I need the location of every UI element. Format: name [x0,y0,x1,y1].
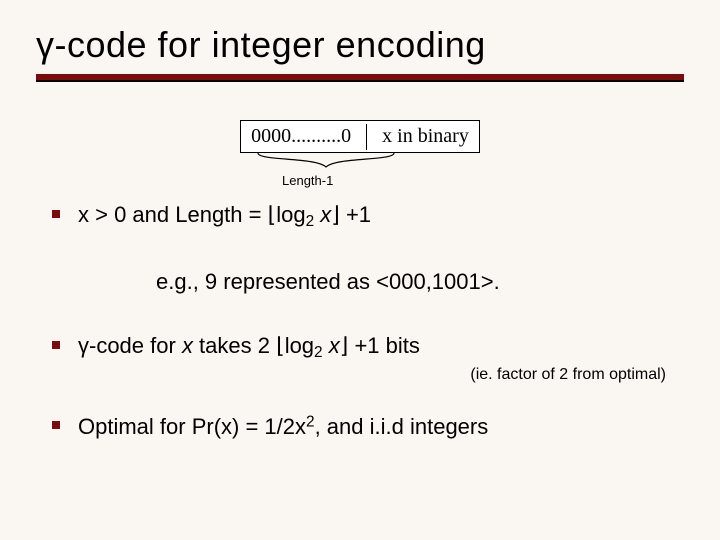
text-prefix: x > 0 and Length = [78,202,268,227]
text-suffix: +1 bits [348,333,420,358]
var-x: x [182,333,193,358]
log-text: log [285,333,314,358]
bullet-icon [52,341,60,349]
optimal-text: Optimal for Pr(x) = 1/2x2, and i.i.d int… [78,414,488,439]
aside-note: (ie. factor of 2 from optimal) [36,365,684,386]
text-mid: takes 2 [193,333,276,358]
text-suffix: +1 [340,202,371,227]
encoding-diagram: 0000..........0 x in binary Length-1 [36,120,684,193]
bullet-bits-formula: γ-code for x takes 2 ⌊log2 x⌋ +1 bits [36,332,684,363]
floor-close: ⌋ [331,202,340,227]
log-sub: 2 [314,344,323,361]
zeros-cell: 0000..........0 [241,121,361,152]
cell-separator [366,124,367,150]
text-prefix: γ-code for [78,333,182,358]
example-line: e.g., 9 represented as <000,1001>. [156,268,684,297]
log-sub: 2 [306,213,315,230]
brace-icon [256,151,396,169]
bullet-optimal: Optimal for Pr(x) = 1/2x2, and i.i.d int… [36,412,684,441]
title-rule [36,74,684,82]
encoding-table: 0000..........0 x in binary [240,120,480,153]
bullet-length-formula: x > 0 and Length = ⌊log2 x⌋ +1 [36,201,684,232]
binary-cell: x in binary [372,121,479,152]
floor-open: ⌊ [276,333,285,358]
var-x: x [314,202,331,227]
slide-title: γ-code for integer encoding [36,24,684,66]
bullet-icon [52,210,60,218]
brace-annotation: Length-1 [36,151,684,193]
bullet-list: x > 0 and Length = ⌊log2 x⌋ +1 e.g., 9 r… [36,201,684,441]
bullet-icon [52,421,60,429]
var-x2: x [323,333,340,358]
slide: γ-code for integer encoding 0000........… [0,0,720,540]
floor-open: ⌊ [268,202,277,227]
log-text: log [276,202,305,227]
brace-label: Length-1 [282,173,333,188]
